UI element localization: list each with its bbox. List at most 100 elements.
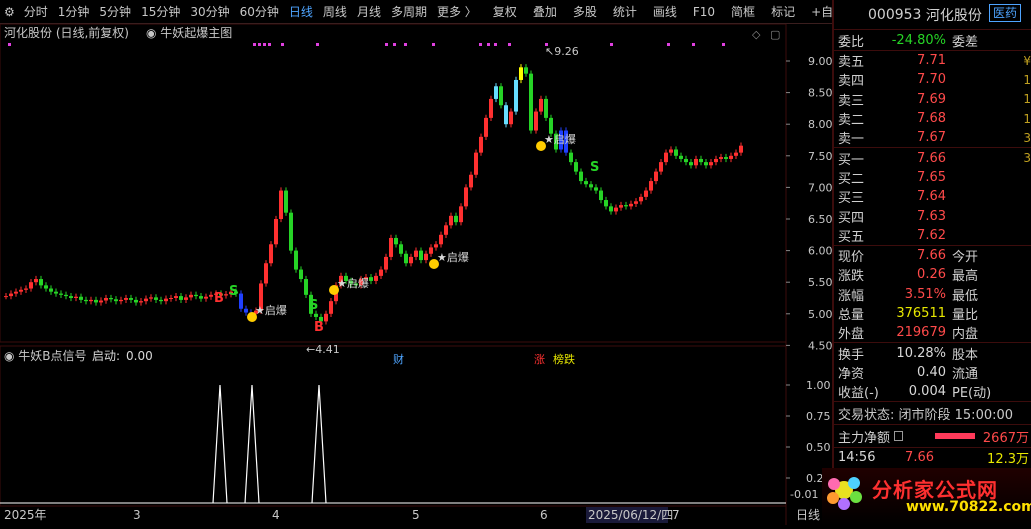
candle-body (164, 298, 168, 302)
order-row: 卖三 7.69 1 (834, 90, 1031, 109)
x-axis-label: 6 (540, 508, 548, 522)
signal-label: ★启爆 (337, 276, 369, 290)
toolbar-action-1[interactable]: 叠加 (528, 0, 562, 24)
candle-body (664, 152, 668, 163)
candle-body (674, 149, 678, 156)
candle-body (134, 299, 138, 303)
period-tab-10[interactable]: 更多 〉 (432, 0, 482, 24)
main-net-row[interactable]: 主力净额 2667万 (834, 425, 1031, 447)
signal-dot-marker (692, 43, 695, 46)
candle-body (394, 237, 398, 245)
order-row: 卖五 7.71 ¥ (834, 51, 1031, 70)
candle-body (724, 157, 728, 159)
candle-body (489, 98, 493, 118)
period-tab-7[interactable]: 周线 (318, 0, 352, 24)
candle-body (109, 298, 113, 300)
candle-body (294, 250, 298, 270)
period-tab-4[interactable]: 30分钟 (185, 0, 234, 24)
order-label: 买三 (838, 191, 865, 207)
order-price: 7.66 (917, 150, 946, 166)
y-tick-label: 6.00 (808, 245, 832, 258)
candle-body (654, 171, 658, 182)
kline-chart[interactable]: 河化股份 (日线,前复权) ◉ 牛妖起爆主图 ◇ ▢ 9.00 8.50 8.00 7.50 7… (0, 23, 833, 525)
period-tab-0[interactable]: 分时 (19, 0, 53, 24)
toolbar-action-0[interactable]: 复权 (488, 0, 522, 24)
candle-body (639, 196, 643, 202)
sub-param-label: 启动: (92, 349, 120, 363)
candle-body (534, 111, 538, 131)
signal-dot-marker (404, 43, 407, 46)
period-tab-3[interactable]: 15分钟 (136, 0, 185, 24)
period-tab-2[interactable]: 5分钟 (94, 0, 136, 24)
candle-body (89, 299, 93, 302)
stat-label-2: 内盘 (952, 327, 979, 343)
x-axis-label: 5 (412, 508, 420, 522)
order-price: 7.65 (917, 169, 946, 185)
candle-body (84, 299, 88, 302)
stat-row: 总量 376511 量比 (834, 304, 1031, 323)
candle-body (479, 136, 483, 153)
signal-dot-marker (253, 43, 256, 46)
toolbar-action-6[interactable]: 简框 (726, 0, 760, 24)
toolbar-action-2[interactable]: 多股 (568, 0, 602, 24)
fund-label: 换手 (838, 347, 865, 363)
stat-row: 现价 7.66 今开 (834, 246, 1031, 265)
list-icon[interactable] (894, 431, 904, 442)
candle-body (449, 215, 453, 226)
candle-body (439, 234, 443, 245)
y-tick-label: 5.00 (808, 308, 832, 321)
candle-body (9, 293, 13, 297)
candle-body (459, 206, 463, 223)
signal-dot-marker (508, 43, 511, 46)
candle-body (569, 152, 573, 163)
tick-volume: 12.3万 (987, 452, 1029, 468)
sector-tag[interactable]: 医药 (988, 4, 1021, 22)
period-tab-6[interactable]: 日线 (284, 0, 318, 24)
settings-icon[interactable]: ⚙ (0, 0, 19, 24)
period-tab-1[interactable]: 1分钟 (53, 0, 95, 24)
toolbar-action-4[interactable]: 画线 (648, 0, 682, 24)
main-net-value: 2667万 (982, 430, 1029, 446)
signal-dot-marker (494, 43, 497, 46)
candle-body (279, 190, 283, 219)
weibi-label: 委比 (838, 34, 865, 50)
period-tab-8[interactable]: 月线 (352, 0, 386, 24)
signal-dot-marker (432, 43, 435, 46)
toolbar-action-3[interactable]: 统计 (608, 0, 642, 24)
signal-spike-line (212, 384, 228, 504)
candle-body (189, 294, 193, 298)
toolbar-action-5[interactable]: F10 (688, 0, 720, 24)
candle-body (734, 152, 738, 156)
candle-body (409, 256, 413, 264)
order-row: 买五 7.62 (834, 226, 1031, 245)
buy-marker: B (214, 291, 224, 306)
y-tick-label: 4.50 (808, 339, 832, 352)
period-tab-5[interactable]: 60分钟 (235, 0, 284, 24)
candle-body (69, 296, 73, 298)
candle-body (74, 296, 78, 298)
candle-body (314, 313, 318, 317)
candle-body (484, 117, 488, 137)
candle-body (579, 171, 583, 182)
fund-value: 0.40 (917, 364, 946, 380)
candle-body (649, 181, 653, 191)
signal-dot-marker (393, 43, 396, 46)
candle-body (19, 289, 23, 292)
candle-body (399, 244, 403, 254)
candle-body (494, 86, 498, 99)
tick-price: 7.66 (905, 450, 934, 466)
toolbar-action-7[interactable]: 标记 (766, 0, 800, 24)
event-badge-finance: 财 (393, 352, 404, 366)
order-row: 买三 7.64 (834, 187, 1031, 206)
order-volume: 3 (1023, 151, 1031, 166)
fund-row: 净资 0.40 流通 (834, 363, 1031, 382)
candle-body (299, 269, 303, 280)
candle-body (184, 297, 188, 300)
candle-body (99, 300, 103, 303)
candle-body (59, 293, 63, 295)
period-tab-9[interactable]: 多周期 (386, 0, 432, 24)
chart-title: 河化股份 (日线,前复权) (4, 25, 129, 40)
chart-area[interactable]: 河化股份 (日线,前复权) ◉ 牛妖起爆主图 ◇ ▢ 9.00 8.50 8.00 7.50 7… (0, 23, 833, 525)
stat-value: 376511 (896, 306, 946, 321)
signal-dot-marker (263, 43, 266, 46)
